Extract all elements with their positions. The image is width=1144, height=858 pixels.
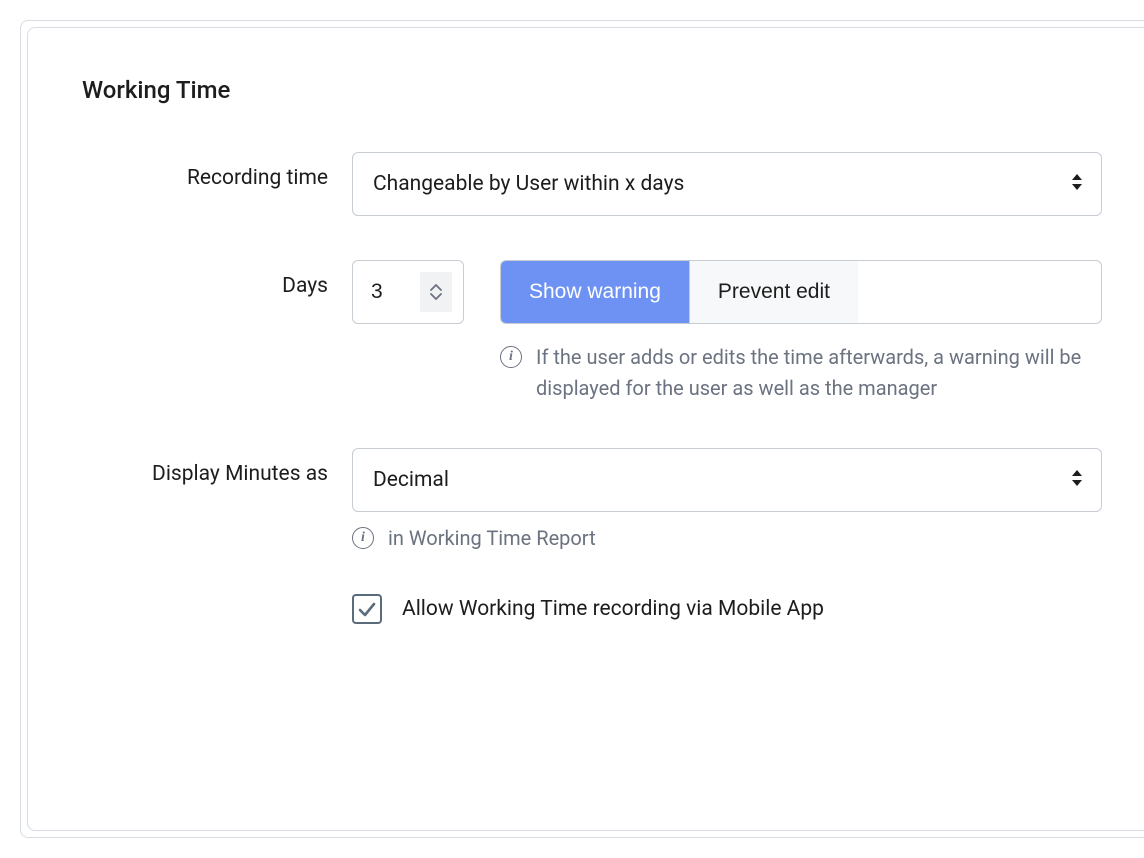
display-minutes-value: Decimal <box>373 468 449 492</box>
recording-time-label: Recording time <box>82 152 352 190</box>
days-row: Days <box>82 260 1102 404</box>
display-minutes-help: i in Working Time Report <box>352 526 1102 550</box>
days-help-text: i If the user adds or edits the time aft… <box>500 342 1102 404</box>
allow-mobile-checkbox[interactable] <box>352 594 382 624</box>
display-minutes-label: Display Minutes as <box>82 448 352 486</box>
chevron-up-icon <box>429 283 443 292</box>
days-help-content: If the user adds or edits the time after… <box>536 342 1102 404</box>
working-time-panel: Working Time Recording time Changeable b… <box>27 27 1144 831</box>
recording-time-select[interactable]: Changeable by User within x days <box>352 152 1102 216</box>
display-minutes-help-content: in Working Time Report <box>388 526 596 550</box>
prevent-edit-button[interactable]: Prevent edit <box>690 261 858 323</box>
recording-time-value: Changeable by User within x days <box>373 172 684 196</box>
days-mode-segmented: Show warning Prevent edit <box>500 260 1102 324</box>
days-label: Days <box>82 260 352 298</box>
display-minutes-select[interactable]: Decimal <box>352 448 1102 512</box>
display-minutes-row: Display Minutes as Decimal i in Wo <box>82 448 1102 550</box>
check-icon <box>357 599 377 619</box>
show-warning-button[interactable]: Show warning <box>501 261 689 323</box>
section-title: Working Time <box>82 76 1102 104</box>
chevron-down-icon <box>429 292 443 301</box>
outer-frame: Working Time Recording time Changeable b… <box>20 20 1144 838</box>
allow-mobile-label: Allow Working Time recording via Mobile … <box>402 597 824 621</box>
allow-mobile-row: Allow Working Time recording via Mobile … <box>82 594 1102 624</box>
info-icon: i <box>500 346 522 368</box>
recording-time-row: Recording time Changeable by User within… <box>82 152 1102 216</box>
days-stepper[interactable] <box>420 272 452 312</box>
info-icon: i <box>352 527 374 549</box>
